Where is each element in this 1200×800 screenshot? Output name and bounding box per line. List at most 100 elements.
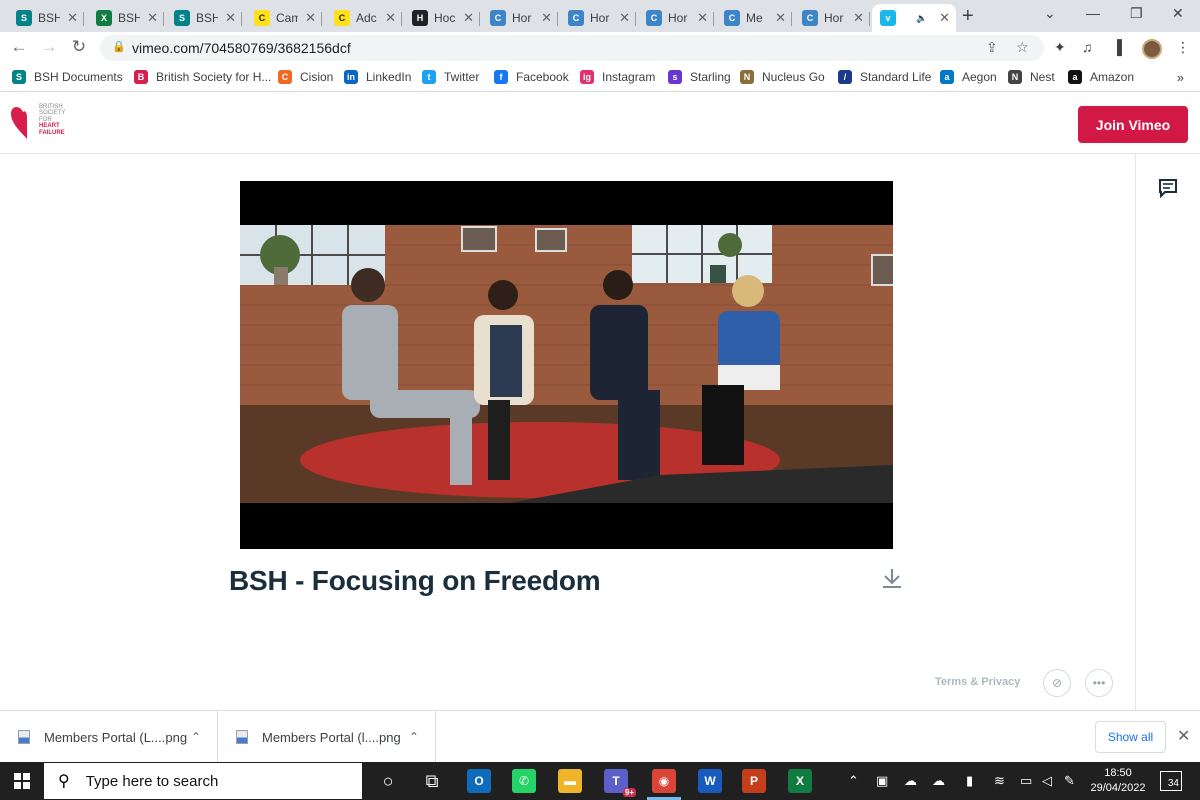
media-control-icon[interactable]: ♫ — [1082, 39, 1093, 55]
browser-tab[interactable]: C Me ✕ — [716, 4, 792, 32]
download-item[interactable]: Members Portal (L....png ⌃ — [0, 711, 218, 763]
browser-tab[interactable]: X BSH ✕ — [88, 4, 164, 32]
tab-title[interactable]: Me — [746, 11, 768, 25]
extensions-icon[interactable]: ✦ — [1054, 39, 1066, 56]
browser-tab[interactable]: S BSH ✕ — [166, 4, 242, 32]
bookmark-label[interactable]: Aegon — [962, 70, 997, 84]
chrome-menu-icon[interactable]: ⋮ — [1176, 39, 1190, 56]
browser-tab[interactable]: S BSH ✕ — [8, 4, 84, 32]
bookmark-item[interactable]: S BSH Documents — [12, 70, 123, 84]
bookmark-item[interactable]: C Cision — [278, 70, 333, 84]
close-tab-icon[interactable]: ✕ — [67, 10, 78, 26]
close-tab-icon[interactable]: ✕ — [225, 10, 236, 26]
download-item[interactable]: Members Portal (l....png ⌃ — [218, 711, 436, 763]
browser-tab[interactable]: v 🔈 ✕ — [872, 4, 956, 32]
bookmark-item[interactable]: ig Instagram — [580, 70, 655, 84]
bookmark-item[interactable]: N Nest — [1008, 70, 1055, 84]
close-tab-icon[interactable]: ✕ — [853, 10, 864, 26]
tab-title[interactable]: Adc — [356, 11, 378, 25]
browser-tab[interactable]: C Hor ✕ — [560, 4, 636, 32]
video-frame[interactable] — [240, 225, 893, 503]
bookmark-label[interactable]: Starling — [690, 70, 731, 84]
bookmark-item[interactable]: a Aegon — [940, 70, 997, 84]
bookmark-label[interactable]: Instagram — [602, 70, 655, 84]
browser-tab[interactable]: C Hor ✕ — [794, 4, 870, 32]
whatsapp-icon[interactable]: ✆ — [512, 769, 536, 793]
browser-tab[interactable]: C Cam ✕ — [246, 4, 322, 32]
terms-privacy-link[interactable]: Terms & Privacy — [935, 676, 1020, 688]
pen-icon[interactable]: ✎ — [1064, 773, 1075, 789]
tab-search-chevron-icon[interactable]: ⌄ — [1044, 5, 1056, 22]
bookmark-label[interactable]: Amazon — [1090, 70, 1134, 84]
bookmark-label[interactable]: Cision — [300, 70, 333, 84]
minimize-button[interactable]: — — [1086, 5, 1100, 21]
cortana-icon[interactable]: ○ — [376, 769, 400, 793]
bookmark-item[interactable]: N Nucleus Go — [740, 70, 825, 84]
accessibility-icon[interactable]: ⊘ — [1043, 669, 1071, 697]
side-panel-icon[interactable]: ▐ — [1112, 39, 1122, 55]
bsh-logo[interactable]: BRITISH SOCIETY FOR HEART FAILURE — [10, 104, 65, 140]
download-icon[interactable] — [880, 566, 904, 590]
browser-tab[interactable]: C Hor ✕ — [482, 4, 558, 32]
volume-icon[interactable]: ◁ — [1042, 773, 1052, 789]
tab-title[interactable]: Hor — [590, 11, 612, 25]
word-icon[interactable]: W — [698, 769, 722, 793]
close-tab-icon[interactable]: ✕ — [305, 10, 316, 26]
bookmark-item[interactable]: t Twitter — [422, 70, 479, 84]
join-vimeo-button[interactable]: Join Vimeo — [1078, 106, 1188, 143]
bookmark-label[interactable]: Standard Life — [860, 70, 931, 84]
profile-avatar[interactable] — [1142, 39, 1162, 59]
taskbar-search[interactable]: ⚲ Type here to search — [44, 763, 362, 799]
tab-title[interactable]: BSH — [196, 11, 218, 25]
chevron-up-icon[interactable]: ⌃ — [191, 730, 201, 744]
close-tab-icon[interactable]: ✕ — [939, 10, 950, 26]
search-placeholder[interactable]: Type here to search — [86, 773, 219, 790]
system-clock[interactable]: 18:50 29/04/2022 — [1088, 766, 1148, 796]
battery-icon[interactable]: ▭ — [1020, 773, 1032, 789]
excel-icon[interactable]: X — [788, 769, 812, 793]
bookmarks-overflow-button[interactable]: » — [1177, 70, 1184, 85]
start-button[interactable] — [14, 773, 30, 789]
bookmark-item[interactable]: / Standard Life — [838, 70, 931, 84]
bookmark-item[interactable]: s Starling — [668, 70, 731, 84]
address-bar[interactable]: 🔒 vimeo.com/704580769/3682156dcf ⇪ ☆ — [100, 35, 1044, 61]
reload-button[interactable]: ↻ — [68, 37, 90, 57]
tab-title[interactable]: Hoc — [434, 11, 456, 25]
close-tab-icon[interactable]: ✕ — [697, 10, 708, 26]
close-tab-icon[interactable]: ✕ — [619, 10, 630, 26]
tab-title[interactable]: Cam — [276, 11, 298, 25]
restore-button[interactable]: ❐ — [1130, 5, 1143, 22]
new-tab-button[interactable]: + — [962, 5, 974, 28]
onedrive-icon[interactable]: ☁ — [904, 773, 917, 789]
browser-tab[interactable]: C Hor ✕ — [638, 4, 714, 32]
bookmark-item[interactable]: in LinkedIn — [344, 70, 411, 84]
show-all-button[interactable]: Show all — [1095, 721, 1166, 753]
teams-icon[interactable]: T 9+ — [604, 769, 636, 797]
bookmark-label[interactable]: LinkedIn — [366, 70, 411, 84]
bookmark-label[interactable]: Nucleus Go — [762, 70, 825, 84]
speaker-icon[interactable]: 🔈 — [916, 13, 927, 24]
close-tab-icon[interactable]: ✕ — [463, 10, 474, 26]
download-filename[interactable]: Members Portal (L....png — [44, 730, 187, 745]
browser-tab[interactable]: C Adc ✕ — [326, 4, 402, 32]
bookmark-label[interactable]: Nest — [1030, 70, 1055, 84]
tab-title[interactable]: Hor — [512, 11, 534, 25]
chrome-icon[interactable]: ◉ — [652, 769, 676, 793]
bookmark-item[interactable]: B British Society for H... — [134, 70, 271, 84]
task-view-icon[interactable]: ⧉ — [420, 769, 444, 793]
download-filename[interactable]: Members Portal (l....png — [262, 730, 401, 745]
outlook-icon[interactable]: O — [467, 769, 491, 793]
powerpoint-icon[interactable]: P — [742, 769, 766, 793]
file-explorer-icon[interactable]: ▬ — [558, 769, 582, 793]
close-tab-icon[interactable]: ✕ — [385, 10, 396, 26]
bookmark-label[interactable]: British Society for H... — [156, 70, 271, 84]
close-tab-icon[interactable]: ✕ — [775, 10, 786, 26]
bookmark-label[interactable]: Twitter — [444, 70, 479, 84]
tab-title[interactable]: Hor — [824, 11, 846, 25]
bookmark-star-icon[interactable]: ☆ — [1016, 39, 1029, 56]
tab-title[interactable]: Hor — [668, 11, 690, 25]
url-text[interactable]: vimeo.com/704580769/3682156dcf — [132, 40, 351, 56]
show-hidden-icons-icon[interactable]: ⌃ — [848, 773, 859, 789]
comment-icon[interactable] — [1158, 178, 1178, 198]
tab-title[interactable]: BSH — [38, 11, 60, 25]
